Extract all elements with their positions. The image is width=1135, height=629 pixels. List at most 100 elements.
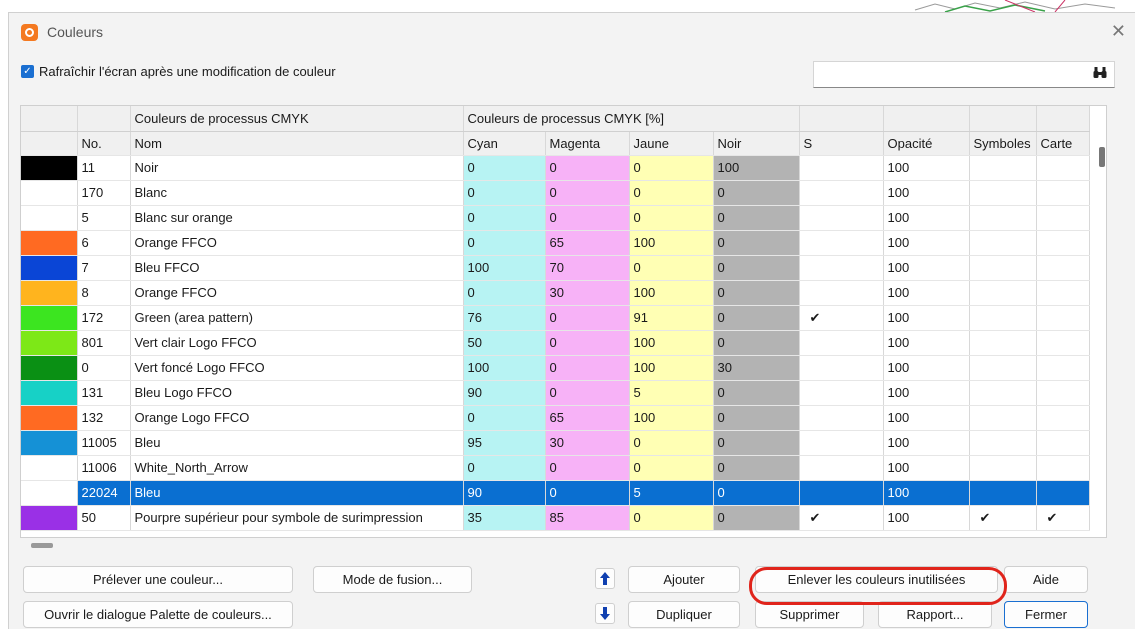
cell-opacite[interactable]: 100 bbox=[883, 480, 970, 506]
cell-magenta[interactable]: 0 bbox=[545, 205, 630, 231]
cell-magenta[interactable]: 0 bbox=[545, 180, 630, 206]
table-row[interactable]: 0 Vert foncé Logo FFCO 100 0 100 30 100 bbox=[21, 355, 1090, 381]
cell-symboles[interactable]: ✔ bbox=[969, 505, 1037, 531]
cell-s[interactable]: ✔ bbox=[799, 305, 884, 331]
cell-nom[interactable]: White_North_Arrow bbox=[130, 455, 464, 481]
cell-cyan[interactable]: 0 bbox=[463, 455, 546, 481]
cell-nom[interactable]: Bleu FFCO bbox=[130, 255, 464, 281]
add-button[interactable]: Ajouter bbox=[628, 566, 740, 593]
cell-opacite[interactable]: 100 bbox=[883, 405, 970, 431]
cell-cyan[interactable]: 0 bbox=[463, 280, 546, 306]
color-swatch[interactable] bbox=[21, 205, 78, 231]
cell-nom[interactable]: Pourpre supérieur pour symbole de surimp… bbox=[130, 505, 464, 531]
cell-s[interactable] bbox=[799, 355, 884, 381]
cell-noir[interactable]: 0 bbox=[713, 205, 800, 231]
cell-magenta[interactable]: 0 bbox=[545, 155, 630, 181]
cell-no[interactable]: 132 bbox=[77, 405, 131, 431]
cell-symboles[interactable] bbox=[969, 405, 1037, 431]
remove-unused-colors-button[interactable]: Enlever les couleurs inutilisées bbox=[755, 566, 998, 593]
cell-opacite[interactable]: 100 bbox=[883, 505, 970, 531]
cell-s[interactable] bbox=[799, 330, 884, 356]
cell-cyan[interactable]: 95 bbox=[463, 430, 546, 456]
table-row[interactable]: 11006 White_North_Arrow 0 0 0 0 100 bbox=[21, 455, 1090, 481]
cell-magenta[interactable]: 0 bbox=[545, 455, 630, 481]
refresh-option[interactable]: ✓ Rafraîchir l'écran après une modificat… bbox=[21, 64, 336, 79]
cell-noir[interactable]: 100 bbox=[713, 155, 800, 181]
refresh-checkbox[interactable]: ✓ bbox=[21, 65, 34, 78]
col-header-jaune[interactable]: Jaune bbox=[629, 131, 714, 156]
cell-symboles[interactable] bbox=[969, 205, 1037, 231]
cell-s[interactable] bbox=[799, 155, 884, 181]
table-row[interactable]: 6 Orange FFCO 0 65 100 0 100 bbox=[21, 230, 1090, 256]
cell-magenta[interactable]: 0 bbox=[545, 480, 630, 506]
table-row[interactable]: 7 Bleu FFCO 100 70 0 0 100 bbox=[21, 255, 1090, 281]
close-button[interactable]: Fermer bbox=[1004, 601, 1088, 628]
cell-carte[interactable] bbox=[1036, 330, 1090, 356]
cell-nom[interactable]: Bleu bbox=[130, 480, 464, 506]
cell-no[interactable]: 11006 bbox=[77, 455, 131, 481]
cell-s[interactable] bbox=[799, 405, 884, 431]
color-swatch[interactable] bbox=[21, 155, 78, 181]
cell-no[interactable]: 50 bbox=[77, 505, 131, 531]
color-swatch[interactable] bbox=[21, 430, 78, 456]
color-swatch[interactable] bbox=[21, 455, 78, 481]
cell-no[interactable]: 11 bbox=[77, 155, 131, 181]
cell-symboles[interactable] bbox=[969, 230, 1037, 256]
cell-jaune[interactable]: 5 bbox=[629, 380, 714, 406]
help-button[interactable]: Aide bbox=[1004, 566, 1088, 593]
cell-nom[interactable]: Orange FFCO bbox=[130, 230, 464, 256]
color-swatch[interactable] bbox=[21, 355, 78, 381]
cell-no[interactable]: 5 bbox=[77, 205, 131, 231]
cell-magenta[interactable]: 30 bbox=[545, 280, 630, 306]
cell-cyan[interactable]: 0 bbox=[463, 230, 546, 256]
cell-nom[interactable]: Vert clair Logo FFCO bbox=[130, 330, 464, 356]
cell-no[interactable]: 0 bbox=[77, 355, 131, 381]
cell-jaune[interactable]: 0 bbox=[629, 205, 714, 231]
cell-nom[interactable]: Blanc bbox=[130, 180, 464, 206]
cell-symboles[interactable] bbox=[969, 430, 1037, 456]
table-row[interactable]: 8 Orange FFCO 0 30 100 0 100 bbox=[21, 280, 1090, 306]
move-down-button[interactable] bbox=[595, 603, 615, 624]
col-header-no[interactable]: No. bbox=[77, 131, 131, 156]
cell-noir[interactable]: 0 bbox=[713, 380, 800, 406]
cell-cyan[interactable]: 0 bbox=[463, 155, 546, 181]
cell-symboles[interactable] bbox=[969, 280, 1037, 306]
cell-no[interactable]: 11005 bbox=[77, 430, 131, 456]
cell-cyan[interactable]: 0 bbox=[463, 405, 546, 431]
cell-jaune[interactable]: 0 bbox=[629, 455, 714, 481]
cell-carte[interactable] bbox=[1036, 380, 1090, 406]
cell-magenta[interactable]: 0 bbox=[545, 355, 630, 381]
cell-magenta[interactable]: 0 bbox=[545, 330, 630, 356]
cell-jaune[interactable]: 100 bbox=[629, 330, 714, 356]
cell-carte[interactable] bbox=[1036, 405, 1090, 431]
cell-nom[interactable]: Vert foncé Logo FFCO bbox=[130, 355, 464, 381]
cell-cyan[interactable]: 90 bbox=[463, 380, 546, 406]
cell-carte[interactable] bbox=[1036, 430, 1090, 456]
cell-no[interactable]: 7 bbox=[77, 255, 131, 281]
cell-opacite[interactable]: 100 bbox=[883, 430, 970, 456]
col-header-carte[interactable]: Carte bbox=[1036, 131, 1090, 156]
cell-jaune[interactable]: 100 bbox=[629, 230, 714, 256]
cell-jaune[interactable]: 0 bbox=[629, 155, 714, 181]
cell-symboles[interactable] bbox=[969, 480, 1037, 506]
cell-jaune[interactable]: 5 bbox=[629, 480, 714, 506]
cell-symboles[interactable] bbox=[969, 330, 1037, 356]
cell-noir[interactable]: 0 bbox=[713, 180, 800, 206]
col-header-s[interactable]: S bbox=[799, 131, 884, 156]
cell-symboles[interactable] bbox=[969, 180, 1037, 206]
cell-no[interactable]: 6 bbox=[77, 230, 131, 256]
col-header-noir[interactable]: Noir bbox=[713, 131, 800, 156]
color-swatch[interactable] bbox=[21, 280, 78, 306]
cell-nom[interactable]: Green (area pattern) bbox=[130, 305, 464, 331]
cell-nom[interactable]: Blanc sur orange bbox=[130, 205, 464, 231]
table-row[interactable]: 131 Bleu Logo FFCO 90 0 5 0 100 bbox=[21, 380, 1090, 406]
color-swatch[interactable] bbox=[21, 330, 78, 356]
cell-noir[interactable]: 0 bbox=[713, 405, 800, 431]
col-header-cyan[interactable]: Cyan bbox=[463, 131, 546, 156]
cell-opacite[interactable]: 100 bbox=[883, 305, 970, 331]
vertical-scrollbar[interactable] bbox=[1099, 147, 1105, 167]
cell-opacite[interactable]: 100 bbox=[883, 205, 970, 231]
cell-cyan[interactable]: 35 bbox=[463, 505, 546, 531]
cell-s[interactable] bbox=[799, 430, 884, 456]
search-input[interactable] bbox=[818, 63, 1092, 88]
